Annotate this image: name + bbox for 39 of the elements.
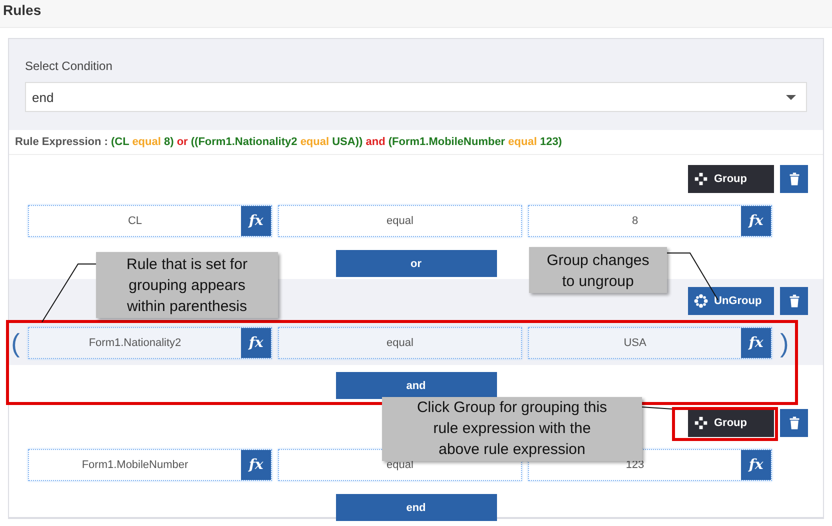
group-button[interactable]: Group xyxy=(688,409,774,437)
trash-icon xyxy=(788,416,800,430)
value-input[interactable]: 8 fx xyxy=(528,205,772,237)
field-input[interactable]: Form1.Nationality2 fx xyxy=(28,327,272,359)
condition-dropdown[interactable]: end xyxy=(25,82,807,112)
field-label: Select Condition xyxy=(25,59,114,73)
operator-input[interactable]: equal xyxy=(278,327,522,359)
parenthesis: ) xyxy=(779,327,790,359)
leader-line xyxy=(42,264,96,322)
fx-button[interactable]: fx xyxy=(241,450,271,480)
callout-tooltip: Rule that is set for grouping appears within parenthesis xyxy=(96,252,278,318)
callout-tooltip: Click Group for grouping this rule expression with the above rule expression xyxy=(382,397,642,461)
connector-button[interactable]: and xyxy=(336,372,496,399)
ungroup-button[interactable]: UnGroup xyxy=(688,287,774,315)
value-input[interactable]: USA fx xyxy=(528,327,772,359)
connector-button[interactable]: end xyxy=(336,494,496,521)
dots-diamond-icon xyxy=(694,172,708,186)
dots-diamond-icon xyxy=(694,416,708,430)
operator-input[interactable]: equal xyxy=(278,205,522,237)
field-input[interactable]: CL fx xyxy=(28,205,272,237)
trash-icon xyxy=(788,294,800,308)
caret-icon xyxy=(786,94,796,100)
delete-button[interactable] xyxy=(780,409,808,437)
callout-tooltip: Group changes to ungroup xyxy=(529,247,667,293)
group-button[interactable]: Group xyxy=(688,165,774,193)
fx-button[interactable]: fx xyxy=(741,450,771,480)
fx-button[interactable]: fx xyxy=(741,328,771,358)
leader-line xyxy=(642,406,672,410)
fx-button[interactable]: fx xyxy=(241,328,271,358)
fx-button[interactable]: fx xyxy=(241,206,271,236)
delete-button[interactable] xyxy=(780,165,808,193)
delete-button[interactable] xyxy=(780,287,808,315)
connector-button[interactable]: or xyxy=(336,250,496,277)
parenthesis: ( xyxy=(10,327,21,359)
fx-button[interactable]: fx xyxy=(741,206,771,236)
field-input[interactable]: Form1.MobileNumber fx xyxy=(28,449,272,481)
page-title: Rules xyxy=(0,0,832,28)
trash-icon xyxy=(788,172,800,186)
dots-ring-icon xyxy=(694,294,708,308)
